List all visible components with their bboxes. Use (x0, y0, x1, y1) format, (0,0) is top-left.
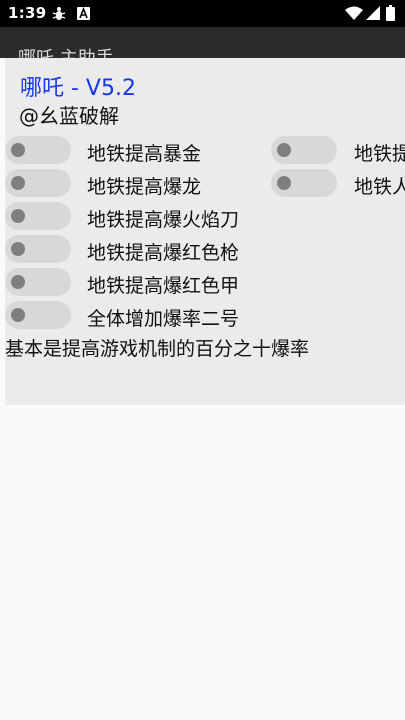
switch-left-3[interactable] (5, 235, 71, 263)
mod-menu-panel: 哪吒 - V5.2 @幺蓝破解 地铁提高暴金 地铁提高爆龙 地铁提高爆火焰刀 地… (5, 58, 405, 405)
switch-thumb (11, 275, 25, 289)
menu-footer-note: 基本是提高游戏机制的百分之十爆率 (5, 338, 310, 360)
switch-left-1[interactable] (5, 169, 71, 197)
switch-label: 地铁提高爆红色枪 (87, 242, 240, 264)
switch-label: 地铁提 (354, 143, 405, 165)
switch-thumb (277, 143, 291, 157)
switch-label: 地铁人 (354, 176, 405, 198)
battery-icon (386, 5, 395, 21)
bug-icon (52, 7, 66, 20)
switch-left-5[interactable] (5, 301, 71, 329)
switch-label: 全体增加爆率二号 (87, 308, 240, 330)
switch-label: 地铁提高爆龙 (87, 176, 202, 198)
switch-left-2[interactable] (5, 202, 71, 230)
switch-label: 地铁提高暴金 (87, 143, 202, 165)
wifi-icon (345, 6, 363, 20)
switch-thumb (11, 143, 25, 157)
switch-thumb (11, 209, 25, 223)
signal-icon (366, 6, 380, 20)
switch-thumb (11, 176, 25, 190)
switch-right-1[interactable] (271, 169, 337, 197)
switch-right-0[interactable] (271, 136, 337, 164)
switch-left-4[interactable] (5, 268, 71, 296)
switch-thumb (11, 308, 25, 322)
menu-author: @幺蓝破解 (19, 104, 119, 128)
app-bar: 哪吒 主助手 (0, 27, 405, 58)
status-time: 1:39 (8, 4, 47, 22)
app-title: 哪吒 主助手 (18, 44, 114, 58)
switch-label: 地铁提高爆红色甲 (87, 275, 240, 297)
switch-left-0[interactable] (5, 136, 71, 164)
menu-title: 哪吒 - V5.2 (20, 76, 136, 101)
switch-thumb (277, 176, 291, 190)
a-box-icon (77, 7, 90, 20)
switch-label: 地铁提高爆火焰刀 (87, 209, 240, 231)
switch-thumb (11, 242, 25, 256)
status-bar: 1:39 (0, 0, 405, 27)
